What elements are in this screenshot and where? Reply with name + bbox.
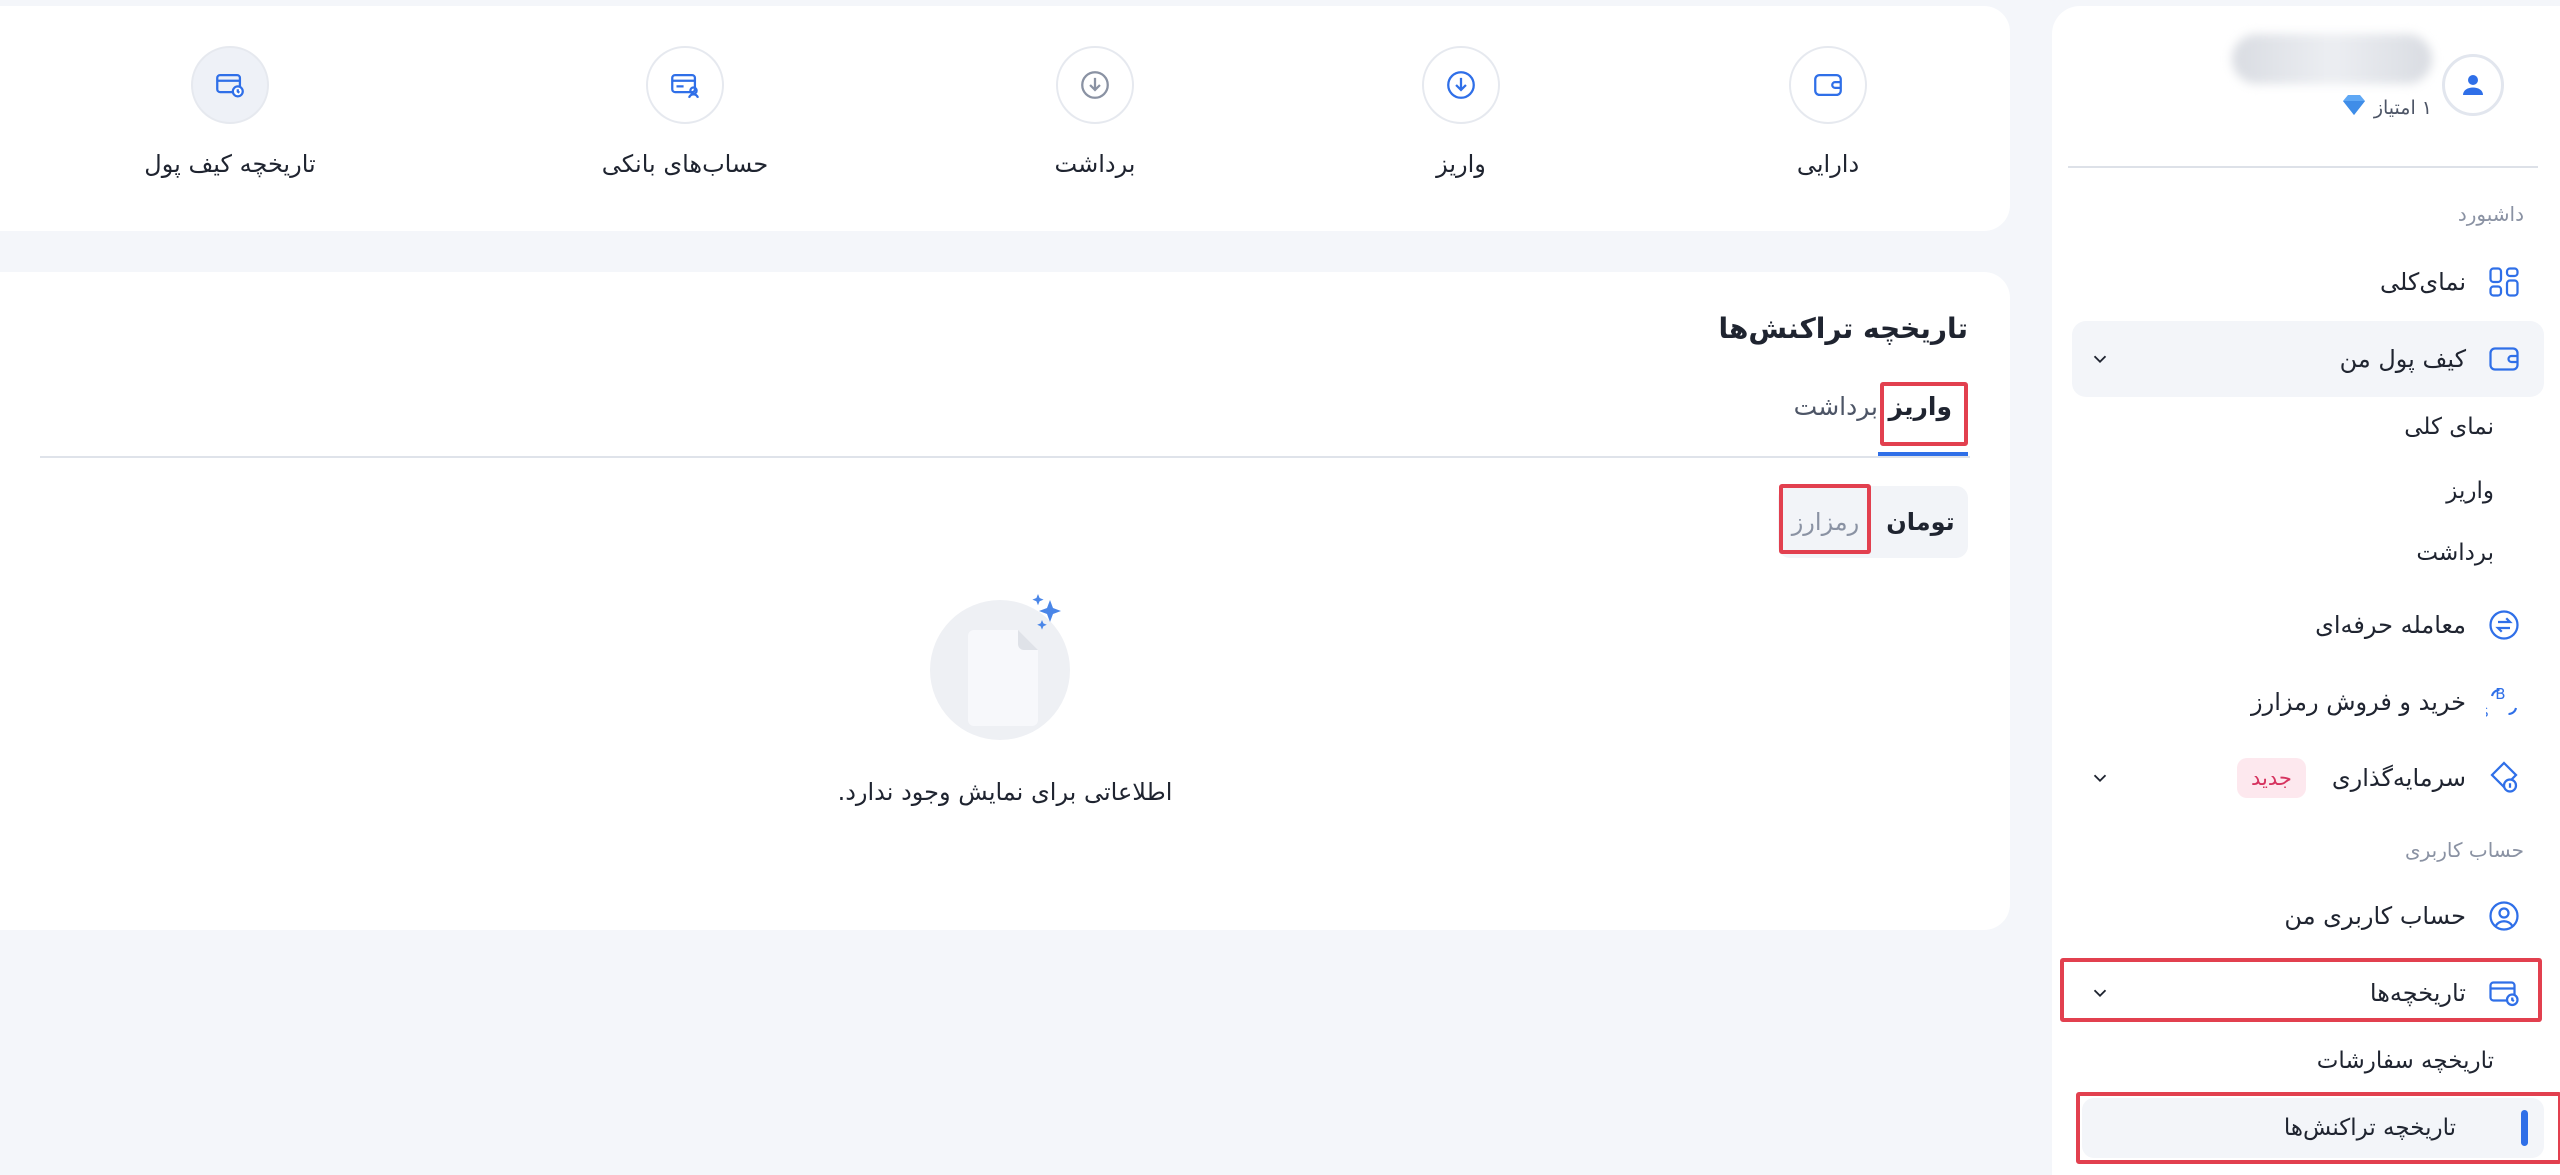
exchange-icon <box>2484 605 2524 645</box>
tabs-divider <box>40 456 1970 458</box>
sidebar-item-investment[interactable]: سرمایه‌گذاری جدید <box>2072 740 2544 816</box>
sidebar-subitem-deposit[interactable]: واریز <box>2446 478 2494 504</box>
shortcut-bank-accounts[interactable]: حساب‌های بانکی <box>555 46 815 178</box>
sidebar-item-buy-sell[interactable]: $ B خرید و فروش رمزارز <box>2072 664 2544 740</box>
shortcut-bank-accounts-label: حساب‌های بانکی <box>601 150 769 178</box>
section-account-label: حساب کاربری <box>2404 838 2524 862</box>
investment-icon <box>2484 758 2524 798</box>
page: دارایی واریز برداشت <box>0 0 2560 1175</box>
shortcut-assets[interactable]: دارایی <box>1698 46 1958 178</box>
currency-swap-icon: $ B <box>2484 682 2524 722</box>
tab-withdraw[interactable]: برداشت <box>1794 392 1878 421</box>
withdraw-icon <box>1056 46 1134 124</box>
sidebar-item-pro-trade[interactable]: معامله حرفه‌ای <box>2072 587 2544 663</box>
section-dashboard-label: داشبورد <box>2457 202 2524 226</box>
svg-text:$: $ <box>2486 703 2489 720</box>
user-points: ۱ امتیاز <box>2342 94 2432 121</box>
shortcut-deposit[interactable]: واریز <box>1331 46 1591 178</box>
sidebar-item-pro-trade-label: معامله حرفه‌ای <box>2315 611 2466 639</box>
shortcut-wallet-history-label: تاریخچه کیف پول <box>144 150 316 178</box>
user-profile[interactable]: ۱ امتیاز <box>2204 28 2504 128</box>
transactions-history-card: تاریخچه تراکنش‌ها واریز برداشت تومان رمز… <box>0 272 2010 930</box>
highlight-transactions-history <box>2076 1092 2560 1164</box>
highlight-segment-crypto <box>1779 484 1871 554</box>
sidebar-item-overview[interactable]: نمای‌کلی <box>2072 244 2544 320</box>
shortcut-wallet-history[interactable]: تاریخچه کیف پول <box>100 46 360 178</box>
segment-toman[interactable]: تومان <box>1873 508 1968 536</box>
sidebar: ۱ امتیاز داشبورد نمای‌کلی <box>2052 6 2560 1175</box>
shortcut-withdraw-label: برداشت <box>1054 150 1136 178</box>
diamond-icon <box>2342 94 2366 121</box>
svg-text:B: B <box>2495 685 2505 703</box>
points-label: ۱ امتیاز <box>2373 96 2432 119</box>
sidebar-subitem-orders-history[interactable]: تاریخچه سفارشات <box>2317 1048 2494 1074</box>
shortcut-deposit-label: واریز <box>1436 150 1486 178</box>
sidebar-subitem-withdraw[interactable]: برداشت <box>2416 540 2494 566</box>
sidebar-item-my-account-label: حساب کاربری من <box>2284 902 2466 930</box>
card-clock-icon <box>191 46 269 124</box>
sidebar-item-my-wallet[interactable]: کیف پول من <box>2072 321 2544 397</box>
sidebar-item-my-account[interactable]: حساب کاربری من <box>2072 878 2544 954</box>
shortcuts-card: دارایی واریز برداشت <box>0 6 2010 231</box>
sidebar-divider <box>2068 166 2538 168</box>
highlight-histories <box>2060 958 2542 1022</box>
empty-document-illustration <box>930 590 1080 740</box>
bank-card-user-icon <box>646 46 724 124</box>
user-circle-icon <box>2484 896 2524 936</box>
avatar[interactable] <box>2442 54 2504 116</box>
highlight-tab-deposit <box>1880 382 1968 446</box>
shortcut-assets-label: دارایی <box>1796 150 1860 178</box>
sidebar-subitem-wallet-overview[interactable]: نمای کلی <box>2404 414 2494 440</box>
tab-active-indicator <box>1878 452 1968 456</box>
sidebar-item-buy-sell-label: خرید و فروش رمزارز <box>2251 688 2466 716</box>
grid-icon <box>2484 262 2524 302</box>
wallet-icon <box>2484 339 2524 379</box>
sidebar-item-overview-label: نمای‌کلی <box>2379 268 2466 296</box>
chevron-down-icon[interactable] <box>2086 345 2114 373</box>
wallet-icon <box>1789 46 1867 124</box>
user-name-blurred <box>2232 34 2432 84</box>
page-title: تاریخچه تراکنش‌ها <box>1718 312 1969 345</box>
sidebar-item-investment-label: سرمایه‌گذاری <box>2331 764 2466 792</box>
deposit-icon <box>1422 46 1500 124</box>
sidebar-item-my-wallet-label: کیف پول من <box>2339 345 2466 373</box>
chevron-down-icon[interactable] <box>2086 764 2114 792</box>
empty-state-message: اطلاعاتی برای نمایش وجود ندارد. <box>837 778 1173 806</box>
shortcut-withdraw[interactable]: برداشت <box>965 46 1225 178</box>
new-badge: جدید <box>2236 758 2306 798</box>
